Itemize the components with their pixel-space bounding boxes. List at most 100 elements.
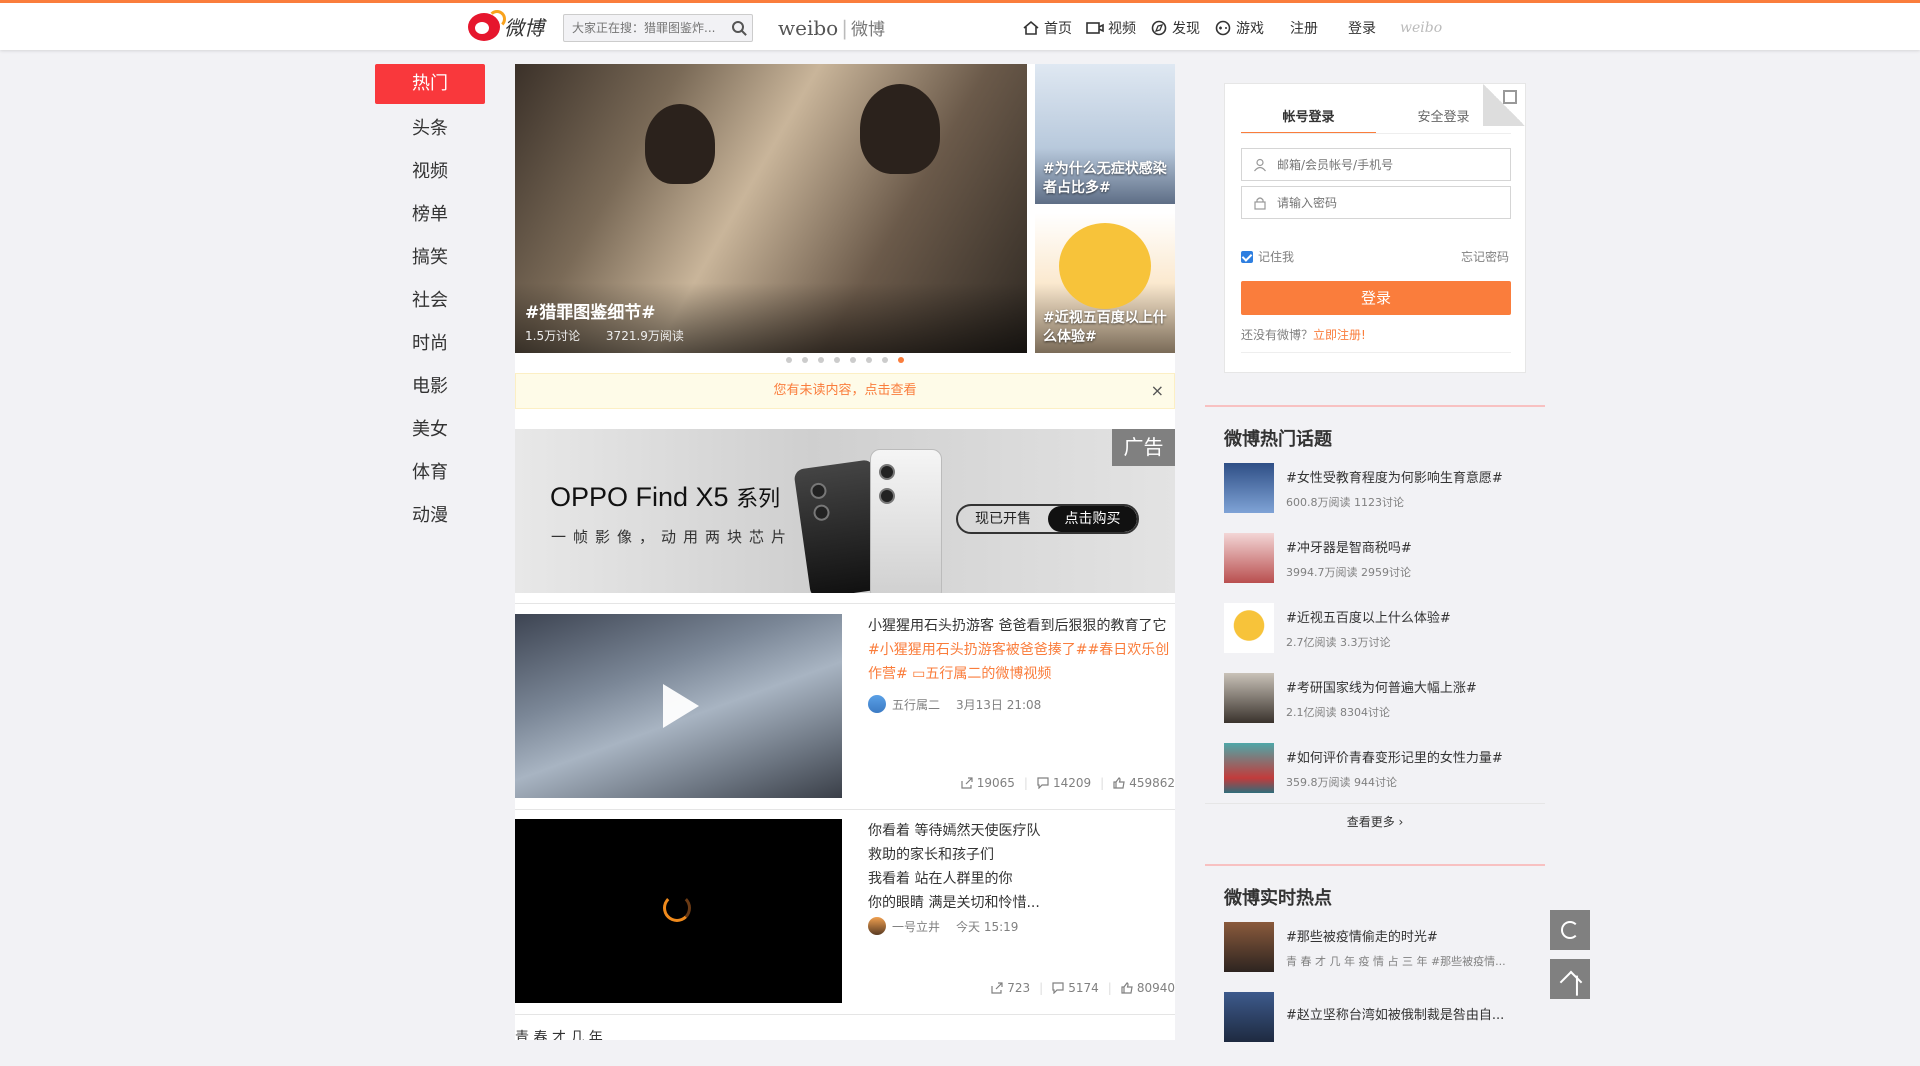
hero-title[interactable]: #猎罪图鉴细节# <box>525 298 656 323</box>
author-name[interactable]: 五行属二 <box>892 696 940 713</box>
password-field[interactable] <box>1241 186 1511 219</box>
feed-line[interactable]: 你的眼睛 满是关切和怜惜... <box>868 891 1175 915</box>
back-to-top-button[interactable] <box>1550 959 1590 999</box>
carousel-dot[interactable] <box>802 357 808 363</box>
video-thumbnail[interactable] <box>515 614 842 798</box>
topic-item[interactable]: #赵立坚称台湾如被俄制裁是咎由自... <box>1205 982 1545 1052</box>
username-input[interactable] <box>1275 156 1499 173</box>
side-card-2-title[interactable]: #近视五百度以上什么体验# <box>1043 309 1169 347</box>
topic-name[interactable]: #考研国家线为何普遍大幅上涨# <box>1286 677 1526 696</box>
sidebar-item-headlines[interactable]: 头条 <box>375 107 485 150</box>
register-now-link[interactable]: 立即注册! <box>1313 328 1366 342</box>
username-field[interactable] <box>1241 148 1511 181</box>
topic-name[interactable]: #近视五百度以上什么体验# <box>1286 607 1526 626</box>
carousel-dot[interactable] <box>786 357 792 363</box>
topic-item[interactable]: #如何评价青春变形记里的女性力量# 359.8万阅读 944讨论 <box>1205 733 1545 803</box>
avatar[interactable] <box>868 917 886 935</box>
topic-name[interactable]: #如何评价青春变形记里的女性力量# <box>1286 747 1526 766</box>
nav-video[interactable]: 视频 <box>1086 18 1136 38</box>
topic-item[interactable]: #近视五百度以上什么体验# 2.7亿阅读 3.3万讨论 <box>1205 593 1545 663</box>
topic-thumbnail[interactable] <box>1224 603 1274 653</box>
share-button[interactable]: 723 <box>991 981 1030 995</box>
topic-thumbnail[interactable] <box>1224 673 1274 723</box>
sidebar-item-sports[interactable]: 体育 <box>375 451 485 494</box>
carousel-dot[interactable] <box>866 357 872 363</box>
like-button[interactable]: 459862 <box>1113 776 1175 790</box>
password-input[interactable] <box>1275 194 1499 211</box>
ad-on-sale-button[interactable]: 现已开售 <box>958 506 1048 532</box>
topic-item[interactable]: #女性受教育程度为何影响生育意愿# 600.8万阅读 1123讨论 <box>1205 453 1545 523</box>
sidebar-item-rankings[interactable]: 榜单 <box>375 193 485 236</box>
feed-line[interactable]: 我看着 站在人群里的你 <box>868 867 1175 891</box>
tab-account-login[interactable]: 帐号登录 <box>1241 104 1376 134</box>
topic-thumbnail[interactable] <box>1224 463 1274 513</box>
carousel-dot[interactable] <box>850 357 856 363</box>
topic-thumbnail[interactable] <box>1224 922 1274 972</box>
feed-tags[interactable]: #小猩猩用石头扔游客被爸爸揍了##春日欢乐创作营# ▭五行属二的微博视频 <box>868 638 1175 686</box>
search-input[interactable] <box>564 15 730 41</box>
topic-item[interactable]: #那些被疫情偷走的时光# 青 春 才 几 年 疫 情 占 三 年 #那些被疫情..… <box>1205 912 1545 982</box>
nav-discover[interactable]: 发现 <box>1150 18 1200 38</box>
login-link[interactable]: 登录 <box>1348 18 1376 38</box>
topic-thumbnail[interactable] <box>1224 533 1274 583</box>
sidebar-item-fashion[interactable]: 时尚 <box>375 322 485 365</box>
topic-thumbnail[interactable] <box>1224 992 1274 1042</box>
side-card-1-title[interactable]: #为什么无症状感染者占比多# <box>1043 160 1169 198</box>
forgot-password-link[interactable]: 忘记密码 <box>1461 248 1509 265</box>
see-more-link[interactable]: 查看更多 › <box>1205 803 1545 840</box>
play-icon[interactable] <box>663 684 699 728</box>
ad-banner[interactable]: 广告 OPPO Find X5 系列 一帧影像，动用两块芯片 现已开售 点击购买 <box>515 429 1175 593</box>
sidebar-item-society[interactable]: 社会 <box>375 279 485 322</box>
topic-item[interactable]: #考研国家线为何普遍大幅上涨# 2.1亿阅读 8304讨论 <box>1205 663 1545 733</box>
topic-thumbnail[interactable] <box>1224 743 1274 793</box>
register-link[interactable]: 注册 <box>1290 18 1318 38</box>
feed-text-main[interactable]: 小猩猩用石头扔游客 爸爸看到后狠狠的教育了它 <box>868 614 1175 638</box>
refresh-button[interactable] <box>1550 910 1590 950</box>
search-icon[interactable] <box>732 21 744 33</box>
carousel-side-card-1[interactable]: #为什么无症状感染者占比多# <box>1035 64 1175 204</box>
feed-line[interactable]: 救助的家长和孩子们 <box>868 843 1175 867</box>
comment-button[interactable]: 14209 <box>1037 776 1091 790</box>
sidebar-item-hot[interactable]: 热门 <box>375 64 485 104</box>
close-icon[interactable]: × <box>1151 374 1164 408</box>
weibo-mini-logo[interactable]: weibo <box>1400 20 1442 36</box>
sidebar-item-movies[interactable]: 电影 <box>375 365 485 408</box>
video-thumbnail[interactable] <box>515 819 842 1003</box>
carousel-side-card-2[interactable]: #近视五百度以上什么体验# <box>1035 213 1175 353</box>
tab-secure-login[interactable]: 安全登录 <box>1376 104 1511 132</box>
unread-notice[interactable]: 您有未读内容，点击查看 × <box>515 373 1175 409</box>
qr-code-icon[interactable] <box>1503 90 1517 104</box>
remember-checkbox[interactable] <box>1241 250 1253 263</box>
topic-name[interactable]: #那些被疫情偷走的时光# <box>1286 926 1526 945</box>
carousel-main-slide[interactable]: #猎罪图鉴细节# 1.5万讨论 3721.9万阅读 <box>515 64 1027 353</box>
carousel-dot[interactable] <box>898 357 904 363</box>
sidebar-item-video[interactable]: 视频 <box>375 150 485 193</box>
nav-home[interactable]: 首页 <box>1022 18 1072 38</box>
remember-label[interactable]: 记住我 <box>1258 248 1294 265</box>
login-button[interactable]: 登录 <box>1241 281 1511 315</box>
remember-me[interactable]: 记住我 <box>1241 248 1294 265</box>
carousel-dot[interactable] <box>818 357 824 363</box>
feed-next-text[interactable]: 青 春 才 几 年 <box>515 1027 603 1040</box>
weibo-logo[interactable]: 微博 <box>468 9 544 41</box>
topic-item[interactable]: #冲牙器是智商税吗# 3994.7万阅读 2959讨论 <box>1205 523 1545 593</box>
like-button[interactable]: 80940 <box>1121 981 1175 995</box>
topic-name[interactable]: #冲牙器是智商税吗# <box>1286 537 1526 556</box>
feed-text[interactable]: 你看着 等待嫣然天使医疗队 救助的家长和孩子们 我看着 站在人群里的你 你的眼睛… <box>868 819 1175 915</box>
carousel-dot[interactable] <box>834 357 840 363</box>
carousel-dot[interactable] <box>882 357 888 363</box>
topic-name[interactable]: #女性受教育程度为何影响生育意愿# <box>1286 467 1526 486</box>
topic-name[interactable]: #赵立坚称台湾如被俄制裁是咎由自... <box>1286 1004 1526 1023</box>
search-box[interactable] <box>563 14 753 42</box>
nav-game[interactable]: 游戏 <box>1214 18 1264 38</box>
sidebar-item-beauty[interactable]: 美女 <box>375 408 485 451</box>
sidebar-item-funny[interactable]: 搞笑 <box>375 236 485 279</box>
comment-button[interactable]: 5174 <box>1052 981 1099 995</box>
author-name[interactable]: 一号立井 <box>892 918 940 935</box>
feed-line[interactable]: 你看着 等待嫣然天使医疗队 <box>868 819 1175 843</box>
ad-buy-button[interactable]: 点击购买 <box>1048 506 1137 532</box>
unread-notice-text[interactable]: 您有未读内容，点击查看 <box>773 383 916 398</box>
feed-text[interactable]: 小猩猩用石头扔游客 爸爸看到后狠狠的教育了它 #小猩猩用石头扔游客被爸爸揍了##… <box>868 614 1175 686</box>
share-button[interactable]: 19065 <box>961 776 1015 790</box>
sidebar-item-anime[interactable]: 动漫 <box>375 494 485 537</box>
